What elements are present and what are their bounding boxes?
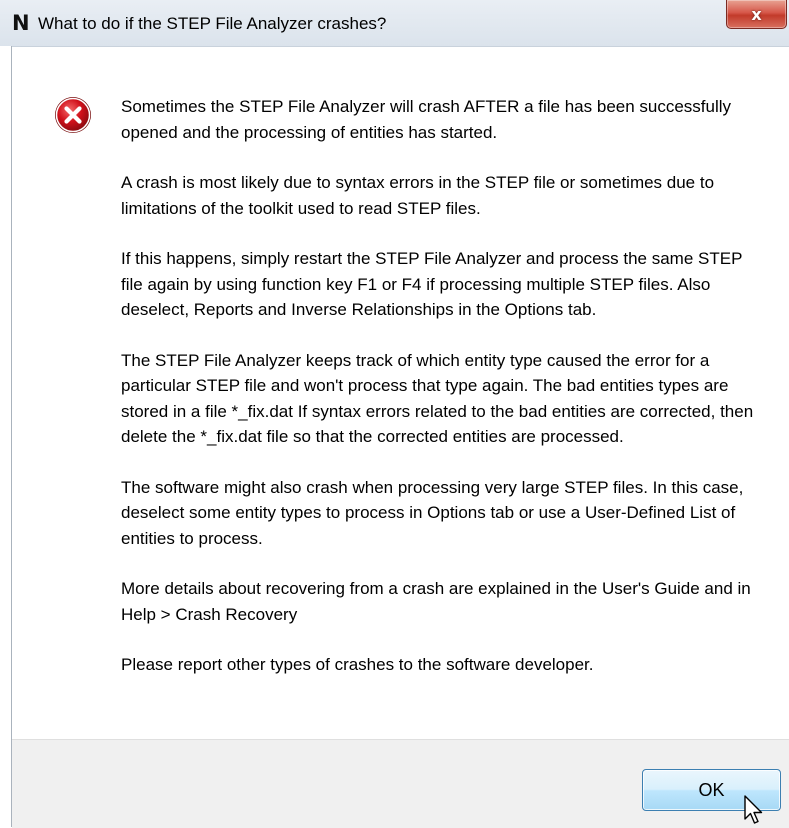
error-icon <box>55 97 91 133</box>
message-paragraph: The software might also crash when proce… <box>121 477 744 548</box>
dialog-content: Sometimes the STEP File Analyzer will cr… <box>12 47 789 739</box>
app-logo-icon: N <box>12 11 30 35</box>
message-paragraph: Sometimes the STEP File Analyzer will cr… <box>121 97 732 142</box>
title-bar[interactable]: N What to do if the STEP File Analyzer c… <box>0 0 789 47</box>
close-icon: x <box>751 4 762 24</box>
dialog-window: N What to do if the STEP File Analyzer c… <box>0 0 789 828</box>
message-paragraph: If this happens, simply restart the STEP… <box>121 249 743 319</box>
window-border <box>0 46 12 827</box>
mouse-cursor-icon <box>744 795 763 824</box>
message-text: Sometimes the STEP File Analyzer will cr… <box>121 94 761 703</box>
close-button[interactable]: x <box>726 0 787 29</box>
message-paragraph: A crash is most likely due to syntax err… <box>121 173 715 218</box>
message-paragraph: More details about recovering from a cra… <box>121 579 751 624</box>
message-paragraph: The STEP File Analyzer keeps track of wh… <box>121 350 754 447</box>
window-title: What to do if the STEP File Analyzer cra… <box>38 14 387 33</box>
dialog-footer: OK <box>12 739 789 828</box>
message-paragraph: Please report other types of crashes to … <box>121 655 594 674</box>
